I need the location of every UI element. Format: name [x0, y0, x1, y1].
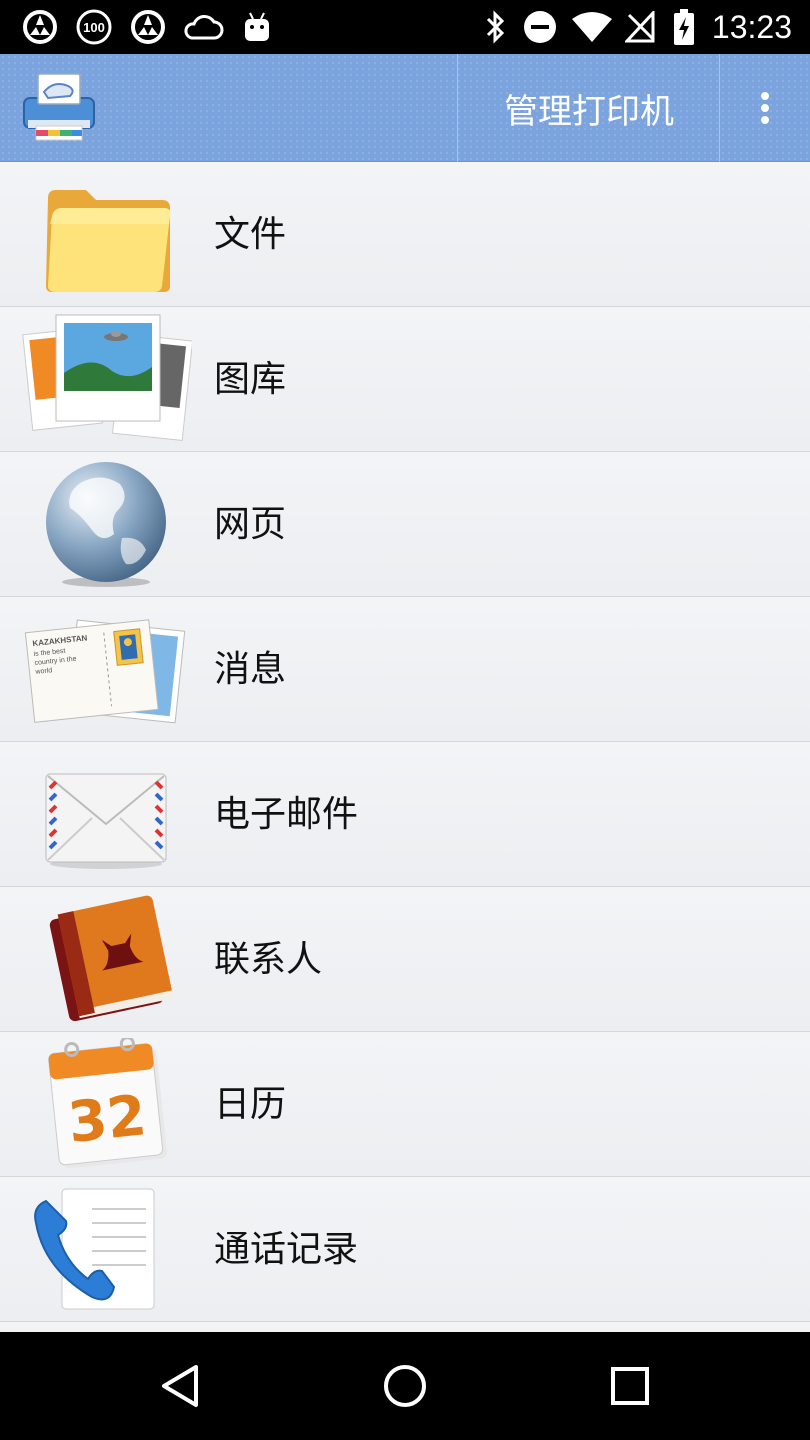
- manage-printer-button[interactable]: 管理打印机: [458, 54, 720, 162]
- back-icon: [162, 1365, 198, 1407]
- print-source-list: 文件 图库 网页 KAZAKHSTAN is the best country …: [0, 162, 810, 1332]
- vpn-shield-icon: [20, 9, 60, 45]
- status-bar: 100 13:23: [0, 0, 810, 54]
- list-item-web[interactable]: 网页: [0, 452, 810, 597]
- recents-button[interactable]: [600, 1356, 660, 1416]
- list-item-label: 日历: [214, 1084, 287, 1125]
- back-button[interactable]: [150, 1356, 210, 1416]
- list-item-call-log[interactable]: 通话记录: [0, 1177, 810, 1322]
- status-time: 13:23: [711, 9, 792, 45]
- do-not-disturb-icon: [522, 9, 558, 45]
- list-item-calendar[interactable]: 32 日历: [0, 1032, 810, 1177]
- list-item-label: 联系人: [214, 939, 323, 980]
- list-item-partial[interactable]: [0, 1322, 810, 1332]
- home-icon: [384, 1365, 426, 1407]
- photos-icon: [22, 313, 194, 445]
- wifi-icon: [570, 9, 614, 45]
- badge-100-icon: 100: [74, 9, 114, 45]
- calendar-day-text: 32: [65, 1083, 149, 1156]
- list-item-contacts[interactable]: 联系人: [0, 887, 810, 1032]
- vpn-shield-icon-2: [128, 9, 168, 45]
- postcard-icon: KAZAKHSTAN is the best country in the wo…: [22, 603, 192, 735]
- navigation-bar: [0, 1332, 810, 1440]
- cloud-icon: [182, 9, 224, 45]
- overflow-menu-icon: [761, 92, 769, 124]
- list-item-label: 电子邮件: [214, 794, 359, 835]
- recents-icon: [611, 1367, 649, 1405]
- action-bar: 管理打印机: [0, 54, 810, 162]
- badge-100-text: 100: [83, 20, 105, 35]
- home-button[interactable]: [375, 1356, 435, 1416]
- address-book-icon: [22, 893, 192, 1025]
- list-item-files[interactable]: 文件: [0, 162, 810, 307]
- phone-log-icon: [22, 1183, 192, 1315]
- envelope-icon: [22, 748, 192, 880]
- list-item-label: 通话记录: [214, 1229, 359, 1270]
- list-item-label: 文件: [214, 214, 287, 255]
- printer-logo-icon[interactable]: [18, 70, 100, 146]
- bluetooth-icon: [480, 9, 510, 45]
- list-item-email[interactable]: 电子邮件: [0, 742, 810, 887]
- list-item-label: 图库: [214, 359, 287, 400]
- list-item-gallery[interactable]: 图库: [0, 307, 810, 452]
- list-item-label: 网页: [214, 504, 287, 545]
- globe-icon: [22, 458, 192, 590]
- battery-charging-icon: [672, 9, 696, 45]
- list-item-label: 消息: [214, 649, 287, 690]
- overflow-menu-button[interactable]: [720, 54, 810, 162]
- list-item-messages[interactable]: KAZAKHSTAN is the best country in the wo…: [0, 597, 810, 742]
- no-sim-icon: [624, 9, 656, 45]
- folder-icon: [22, 168, 192, 300]
- android-icon: [240, 9, 274, 45]
- calendar-icon: 32: [22, 1036, 192, 1170]
